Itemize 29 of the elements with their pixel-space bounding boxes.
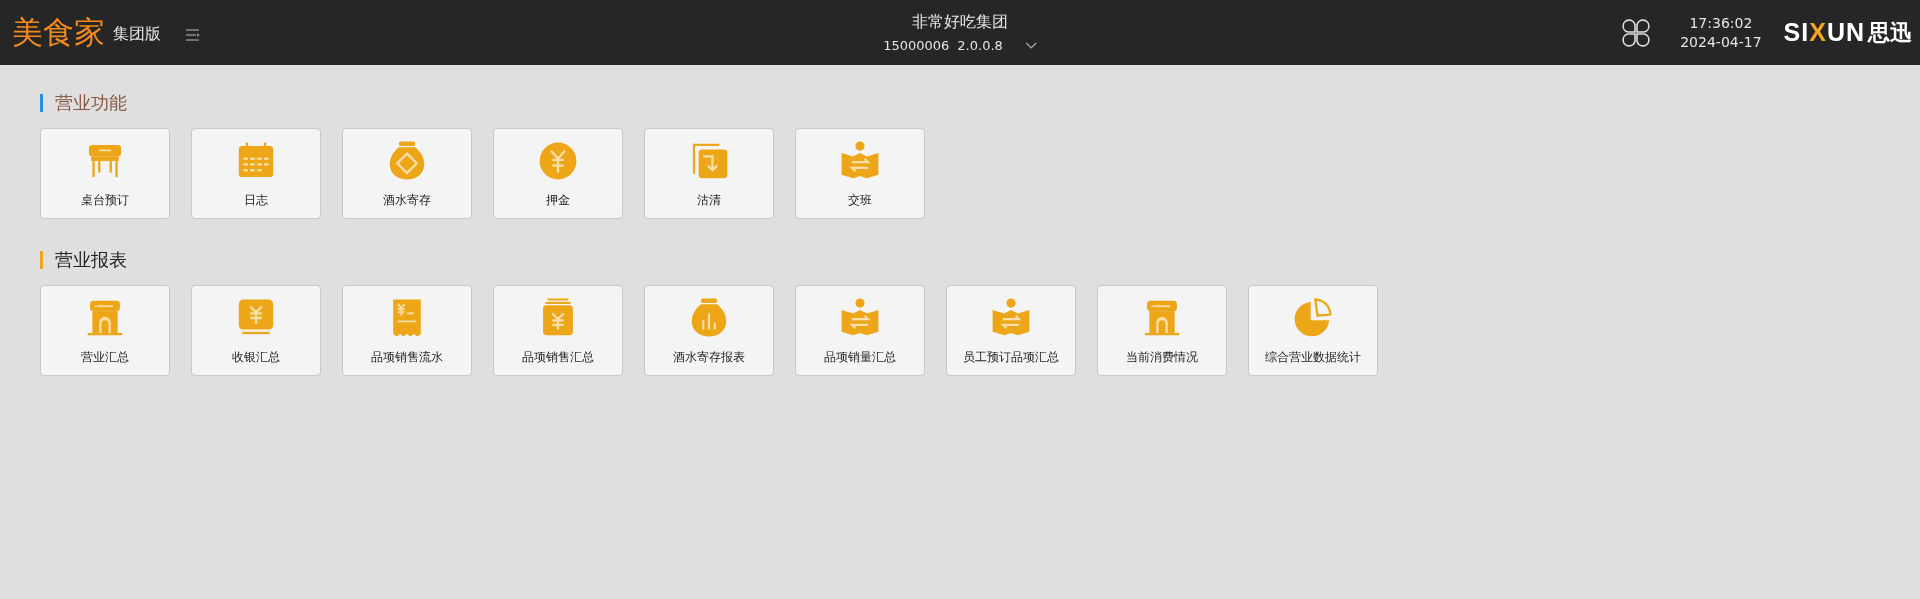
brand-logo-chinese: 思迅 [1868, 18, 1912, 47]
section-title: 营业功能 [55, 91, 127, 115]
company-name: 非常好吃集团 [912, 12, 1008, 33]
clock-time: 17:36:02 [1689, 15, 1753, 31]
function-tile[interactable]: 桌台预订 [40, 128, 170, 219]
function-tile[interactable]: 营业汇总 [40, 285, 170, 376]
menu-icon[interactable] [185, 27, 201, 42]
edition-label: 集团版 [113, 24, 161, 45]
clock-date: 2024-04-17 [1680, 34, 1762, 50]
function-tile[interactable]: 当前消费情况 [1097, 285, 1227, 376]
store-code: 15000006 [883, 38, 950, 53]
logo: 美食家 [12, 12, 105, 52]
function-tile[interactable]: 酒水寄存报表 [644, 285, 774, 376]
function-tile[interactable]: 员工预订品项汇总 [946, 285, 1076, 376]
function-tile[interactable]: 沽清 [644, 128, 774, 219]
function-tile[interactable]: 综合营业数据统计 [1248, 285, 1378, 376]
chevron-down-icon[interactable] [1024, 41, 1037, 50]
version-number: 2.0.0.8 [957, 38, 1003, 53]
clover-icon[interactable] [1620, 16, 1653, 49]
function-tile[interactable]: 品项销售流水 [342, 285, 472, 376]
function-tile[interactable]: 品项销售汇总 [493, 285, 623, 376]
brand-logo: SIXUN [1783, 18, 1865, 47]
function-tile[interactable]: 收银汇总 [191, 285, 321, 376]
function-tile[interactable]: 日志 [191, 128, 321, 219]
section-title: 营业报表 [55, 248, 127, 272]
function-tile[interactable]: 酒水寄存 [342, 128, 472, 219]
function-tile[interactable]: 品项销量汇总 [795, 285, 925, 376]
function-tile[interactable]: 交班 [795, 128, 925, 219]
function-tile[interactable]: 押金 [493, 128, 623, 219]
